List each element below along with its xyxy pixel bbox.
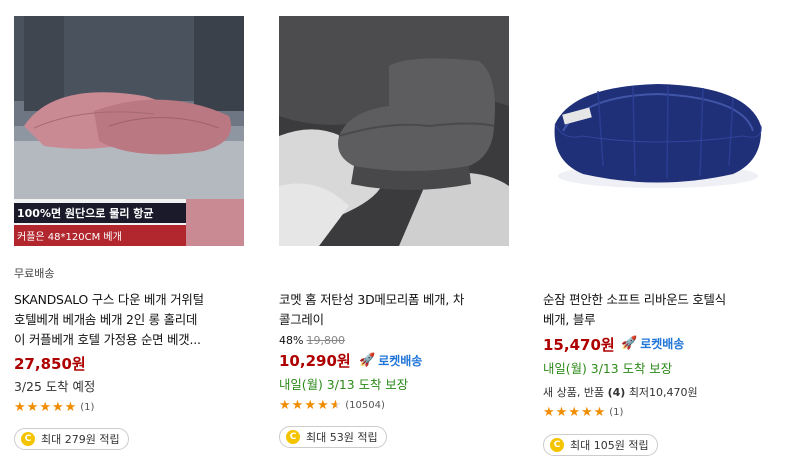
product-card-3[interactable]: 순잠 편안한 소프트 리바운드 호텔식 베개, 블루 15,470원 🚀 로켓배… (543, 0, 773, 475)
coin-icon: C (550, 438, 564, 452)
star-icon: ★ (64, 400, 77, 415)
product-image[interactable] (279, 16, 509, 246)
star-icon: ★ (279, 398, 291, 413)
review-count: (1) (80, 402, 95, 413)
discount-rate: 48% (279, 334, 304, 347)
other-sellers-prefix: 새 상품, 반품 (543, 386, 605, 399)
star-icon: ★ (304, 398, 316, 413)
coin-icon: C (21, 432, 35, 446)
rocket-delivery-badge: 🚀 로켓배송 (359, 352, 422, 369)
rocket-label: 로켓배송 (640, 337, 685, 351)
star-icon: ★ (593, 405, 606, 420)
coin-icon: C (286, 430, 300, 444)
star-icon: ★ (580, 405, 593, 420)
rocket-delivery-badge: 🚀 로켓배송 (621, 335, 684, 352)
product-name[interactable]: SKANDSALO 구스 다운 베개 거위털 호텔베개 베개솜 베개 2인 롱 … (14, 290, 246, 350)
product-name-line: 이 커플베개 호텔 가정용 순면 베갯... (14, 332, 201, 347)
other-sellers-lowest: 최저10,470원 (628, 386, 698, 399)
rating: ★ ★ ★ ★ ★ (1) (543, 406, 623, 419)
rocket-icon: 🚀 (621, 336, 638, 351)
product-name-line: 순잠 편안한 소프트 리바운드 호텔식 (543, 292, 726, 307)
star-icon: ★ (26, 400, 39, 415)
cashback-badge: C 최대 279원 적립 (14, 428, 129, 450)
rating: ★ ★ ★ ★ ★ (1) (14, 401, 94, 414)
image-banner-line1: 100%면 원단으로 물리 항균 (17, 206, 154, 220)
product-name-line: 코멧 홈 저탄성 3D메모리폼 베개, 차 (279, 292, 465, 307)
rocket-label: 로켓배송 (378, 354, 423, 368)
product-name-line: 베개, 블루 (543, 312, 596, 327)
star-icon: ★ (291, 398, 304, 413)
product-image[interactable] (543, 16, 773, 246)
cashback-text: 최대 105원 적립 (570, 439, 649, 452)
product-card-2[interactable]: 코멧 홈 저탄성 3D메모리폼 베개, 차 콜그레이 48% 19,800 10,… (279, 0, 509, 475)
product-name-line: 호텔베개 베개솜 베개 2인 롱 홀리데 (14, 312, 198, 327)
review-count: (1) (609, 407, 624, 418)
star-icon: ★ (543, 405, 555, 420)
cashback-text: 최대 53원 적립 (306, 431, 378, 444)
rocket-icon: 🚀 (359, 353, 376, 368)
product-name[interactable]: 코멧 홈 저탄성 3D메모리폼 베개, 차 콜그레이 (279, 290, 511, 330)
cashback-text: 최대 279원 적립 (41, 433, 120, 446)
original-price: 19,800 (306, 334, 345, 347)
rating: ★ ★ ★ ★ ★ (10504) (279, 399, 385, 412)
other-sellers-info[interactable]: 새 상품, 반품 (4) 최저10,470원 (543, 384, 698, 400)
product-name-line: 콜그레이 (279, 312, 324, 327)
other-sellers-count: (4) (607, 386, 626, 399)
image-banner-line2: 커플은 48*120CM 베개 (17, 231, 122, 243)
price: 10,290원 (279, 352, 351, 370)
star-half-icon: ★ (329, 398, 342, 413)
delivery-guarantee: 내일(월) 3/13 도착 보장 (279, 377, 409, 392)
star-icon: ★ (39, 400, 51, 415)
star-icon: ★ (316, 398, 329, 413)
star-icon: ★ (51, 400, 64, 415)
free-shipping-badge: 무료배송 (14, 267, 55, 280)
review-count: (10504) (345, 400, 385, 411)
cashback-badge: C 최대 105원 적립 (543, 434, 658, 456)
product-card-1[interactable]: 100%면 원단으로 물리 항균 커플은 48*120CM 베개 무료배송 SK… (14, 0, 244, 475)
product-image[interactable]: 100%면 원단으로 물리 항균 커플은 48*120CM 베개 (14, 16, 244, 246)
discount: 48% 19,800 (279, 334, 345, 347)
star-icon: ★ (14, 400, 26, 415)
star-icon: ★ (568, 405, 580, 420)
star-icon: ★ (555, 405, 568, 420)
product-name-line: SKANDSALO 구스 다운 베개 거위털 (14, 292, 204, 307)
price: 27,850원 (14, 355, 86, 373)
delivery-guarantee: 내일(월) 3/13 도착 보장 (543, 361, 673, 376)
delivery-date: 3/25 도착 예정 (14, 379, 96, 394)
cashback-badge: C 최대 53원 적립 (279, 426, 387, 448)
price: 15,470원 (543, 336, 615, 354)
product-name[interactable]: 순잠 편안한 소프트 리바운드 호텔식 베개, 블루 (543, 290, 775, 330)
